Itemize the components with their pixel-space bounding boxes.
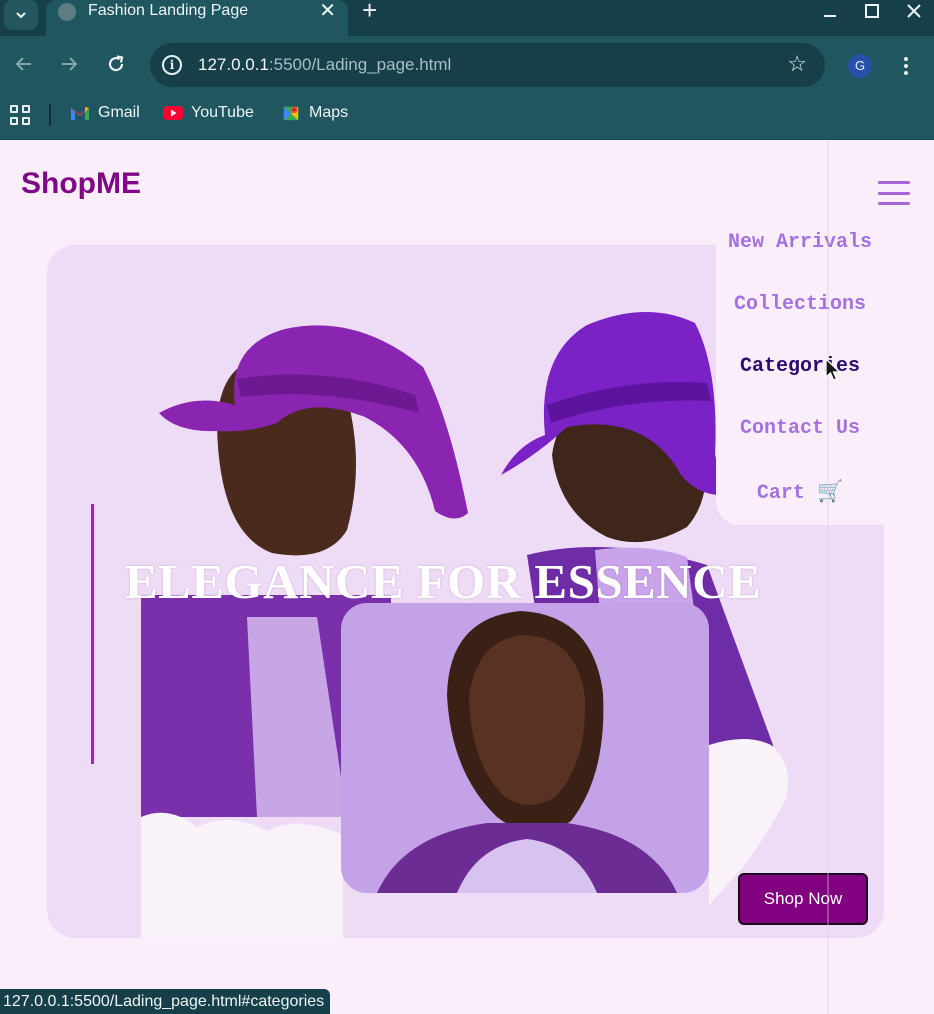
site-logo[interactable]: ShopME xyxy=(21,167,141,201)
bookmarks-divider xyxy=(49,104,51,126)
gmail-icon xyxy=(71,107,89,120)
bookmark-gmail[interactable]: Gmail xyxy=(70,104,140,122)
reload-icon xyxy=(108,55,124,72)
minimize-icon[interactable] xyxy=(818,0,842,22)
browser-tab-strip: Fashion Landing Page ✕ + xyxy=(0,0,934,36)
mouse-cursor-icon xyxy=(825,358,842,381)
bookmark-youtube[interactable]: YouTube xyxy=(163,104,254,122)
nav-item-categories[interactable]: Categories xyxy=(716,355,884,378)
close-tab-icon[interactable]: ✕ xyxy=(319,0,336,22)
maps-icon xyxy=(283,106,299,121)
browser-tab[interactable]: Fashion Landing Page ✕ xyxy=(46,0,348,36)
bookmark-star-icon[interactable]: ☆ xyxy=(787,52,807,76)
forward-button[interactable] xyxy=(55,50,83,78)
cart-icon: 🛒 xyxy=(816,479,844,503)
browser-menu-icon[interactable] xyxy=(896,52,916,80)
apps-grid-icon[interactable] xyxy=(10,105,30,125)
youtube-icon xyxy=(163,106,183,120)
bookmark-maps[interactable]: Maps xyxy=(281,104,348,122)
hamburger-menu-icon[interactable] xyxy=(878,181,910,205)
browser-toolbar: i 127.0.0.1:5500/Lading_page.html ☆ G xyxy=(0,36,934,94)
site-info-icon[interactable]: i xyxy=(162,55,182,75)
profile-avatar[interactable]: G xyxy=(848,54,872,78)
shop-now-button[interactable]: Shop Now xyxy=(738,873,868,925)
hero-title: ELEGANCE FOR ESSENCE xyxy=(125,554,762,609)
status-bar-url: 127.0.0.1:5500/Lading_page.html#categori… xyxy=(0,989,331,1014)
nav-item-collections[interactable]: Collections xyxy=(716,293,884,316)
back-arrow-icon xyxy=(15,57,31,71)
tab-search-button[interactable] xyxy=(4,0,38,30)
chevron-down-icon xyxy=(16,12,26,19)
nav-dropdown-menu: New Arrivals Collections Categories Cont… xyxy=(716,223,884,525)
address-bar[interactable]: i 127.0.0.1:5500/Lading_page.html ☆ xyxy=(150,43,825,87)
nav-item-contact-us[interactable]: Contact Us xyxy=(716,417,884,440)
reload-button[interactable] xyxy=(102,50,130,78)
hero-accent-line xyxy=(91,504,94,764)
cart-label: Cart xyxy=(756,482,805,505)
nav-item-new-arrivals[interactable]: New Arrivals xyxy=(716,231,884,254)
globe-icon xyxy=(58,3,76,21)
page-viewport: ShopME ELEGANCE FOR ESSENCE Shop Now New… xyxy=(0,141,934,1014)
bookmarks-bar: Gmail YouTube Maps xyxy=(0,94,934,140)
url-text[interactable]: 127.0.0.1:5500/Lading_page.html xyxy=(198,55,451,75)
back-button[interactable] xyxy=(10,50,38,78)
close-window-icon[interactable] xyxy=(902,0,926,22)
tab-title: Fashion Landing Page xyxy=(88,2,249,19)
forward-arrow-icon xyxy=(62,57,78,71)
new-tab-button[interactable]: + xyxy=(362,0,377,23)
nav-item-cart[interactable]: Cart 🛒 xyxy=(716,479,884,505)
page-divider-line xyxy=(827,141,829,1014)
maximize-icon[interactable] xyxy=(860,0,884,22)
